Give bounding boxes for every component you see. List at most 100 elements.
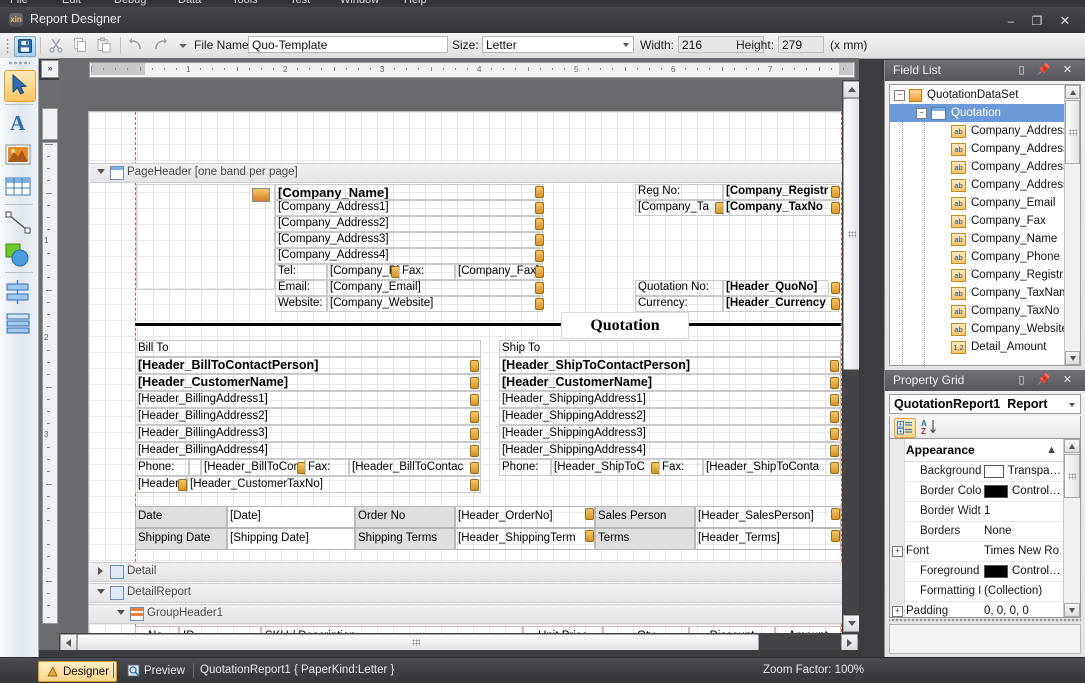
paper-size-select[interactable]: Letter [482,36,634,53]
page-height-input[interactable]: 279 [778,36,824,53]
minimize-icon[interactable]: – [999,12,1023,30]
property-value[interactable]: None [984,525,1061,537]
horizontal-scroll-thumb[interactable] [77,634,759,650]
pin-icon[interactable]: 📌 [1036,373,1051,388]
ship-to-contact-field[interactable]: [Header_ShipToContactPerson] [499,357,841,374]
currency-label[interactable]: Currency: [635,296,723,312]
company-registration-field[interactable]: [Company_Registr [723,184,839,200]
close-icon[interactable]: ✕ [1060,373,1075,388]
tree-collapse-icon[interactable]: − [916,107,927,119]
shipping-terms-field[interactable]: [Header_ShippingTerm [455,528,595,550]
close-icon[interactable]: ✕ [1053,12,1077,30]
company-fax-field[interactable]: [Company_Fax] [455,264,543,280]
property-grid-table[interactable]: Appearance ▲ Background Transpa… Border Co… [889,438,1081,618]
quotation-no-label[interactable]: Quotation No: [635,280,723,296]
report-title-label[interactable]: Quotation [561,312,689,339]
tree-item-field[interactable]: ab Company_Address4 [890,176,1080,194]
menu-item-tools[interactable]: Tools [232,0,258,6]
order-no-field[interactable]: [Header_OrderNo] [455,506,595,528]
header-divider-line[interactable] [135,323,841,326]
company-address2-field[interactable]: [Company_Address2] [275,216,543,232]
company-phone-field[interactable]: [Company_Ph [327,264,399,280]
terms-label[interactable]: Terms [595,528,695,550]
company-address4-field[interactable]: [Company_Address4] [275,248,543,264]
property-row[interactable]: Foreground Control… [890,561,1063,582]
cut-icon[interactable] [46,36,66,55]
bill-to-customer-name-field[interactable]: [Header_CustomerName] [135,374,481,391]
band-collapse-arrow[interactable] [97,169,105,174]
maximize-icon[interactable]: ❐ [1025,12,1049,30]
scroll-thumb[interactable] [1065,100,1080,164]
scroll-down-arrow[interactable] [1065,351,1080,365]
tree-item-field[interactable]: ab Company_Address2 [890,140,1080,158]
tel-label[interactable]: Tel: [275,264,327,280]
bill-to-fax-field[interactable]: [Header_BillToContac [349,459,481,476]
company-name-field[interactable]: [Company_Name] [275,184,543,200]
tree-item-field[interactable]: ab Company_Name [890,230,1080,248]
tree-item-field[interactable]: ab Company_TaxName [890,284,1080,302]
menu-item-debug[interactable]: Debug [114,0,146,6]
menu-bar[interactable]: File Edit Debug Data Tools Test Window H… [0,0,1085,7]
company-address1-field[interactable]: [Company_Address1] [275,200,543,216]
pointer-tool[interactable] [4,70,36,102]
picture-box-tool[interactable] [4,140,34,170]
expand-toolbox-button[interactable]: » [41,60,59,78]
property-value[interactable]: Control… [984,484,1061,498]
scroll-up-arrow[interactable] [843,81,859,98]
website-label[interactable]: Website: [275,296,327,312]
ship-to-heading[interactable]: Ship To [499,340,841,357]
property-value[interactable]: Transpa… [984,464,1061,478]
menu-item-help[interactable]: Help [404,0,427,6]
copy-icon[interactable] [70,36,90,55]
property-grid-scrollbar[interactable] [1063,439,1080,617]
categorized-view-icon[interactable] [894,418,916,438]
scroll-up-arrow[interactable] [1064,439,1080,453]
field-list-tree[interactable]: − QuotationDataSet − Quotation ab Company_Add… [889,84,1081,366]
bill-to-phone-spacer[interactable] [189,459,201,476]
chevron-down-icon[interactable] [176,36,188,55]
toolbar-grip[interactable] [6,38,9,53]
property-row[interactable]: Formatting I (Collection) [890,581,1063,602]
tree-collapse-icon[interactable]: − [894,89,905,101]
billing-address4-field[interactable]: [Header_BillingAddress4] [135,442,481,459]
menu-item-edit[interactable]: Edit [62,0,81,6]
pin-icon[interactable]: 📌 [1036,63,1051,78]
date-label[interactable]: Date [135,506,227,528]
restore-icon[interactable]: ▯ [1014,373,1029,388]
design-surface[interactable]: PageHeader [one band per page] [Company_… [59,80,859,650]
date-field[interactable]: [Date] [227,506,355,528]
redo-icon[interactable] [150,36,170,55]
property-row[interactable]: Background Transpa… [890,461,1063,482]
scroll-thumb[interactable] [1064,454,1080,498]
scroll-up-arrow[interactable] [1065,85,1080,99]
company-website-field[interactable]: [Company_Website] [327,296,543,312]
property-value[interactable]: (Collection) [984,585,1061,597]
tree-item-field[interactable]: ab Company_Registr… [890,266,1080,284]
property-row[interactable]: Border Colo Control… [890,481,1063,502]
company-taxno-field[interactable]: [Company_TaxNo [723,200,839,216]
company-taxname-field[interactable]: [Company_Ta [635,200,723,216]
restore-icon[interactable]: ▯ [1014,63,1029,78]
tree-item-field[interactable]: ab Company_Fax [890,212,1080,230]
shipping-address1-field[interactable]: [Header_ShippingAddress1] [499,391,841,408]
toolbox-grip[interactable] [8,61,30,65]
order-no-label[interactable]: Order No [355,506,455,528]
scroll-down-arrow[interactable] [843,615,859,632]
shipping-address2-field[interactable]: [Header_ShippingAddress2] [499,408,841,425]
tree-item-field[interactable]: ab Company_Website [890,320,1080,338]
ship-to-fax-label[interactable]: Fax: [659,459,703,476]
line-tool[interactable] [4,208,34,238]
terms-field[interactable]: [Header_Terms] [695,528,841,550]
close-icon[interactable]: ✕ [1060,63,1075,78]
property-category-appearance[interactable]: Appearance ▲ [890,439,1063,462]
scroll-down-arrow[interactable] [1064,603,1080,617]
design-horizontal-scrollbar[interactable] [59,633,859,650]
company-email-field[interactable]: [Company_Email] [327,280,543,296]
property-grid-splitter[interactable] [889,616,1081,624]
billing-address1-field[interactable]: [Header_BillingAddress1] [135,391,481,408]
bill-to-contact-field[interactable]: [Header_BillToContactPerson] [135,357,481,374]
band-collapse-arrow[interactable] [117,610,125,615]
expand-property-icon[interactable]: + [892,605,903,617]
menu-item-data[interactable]: Data [178,0,201,6]
scroll-right-arrow[interactable] [841,634,858,650]
